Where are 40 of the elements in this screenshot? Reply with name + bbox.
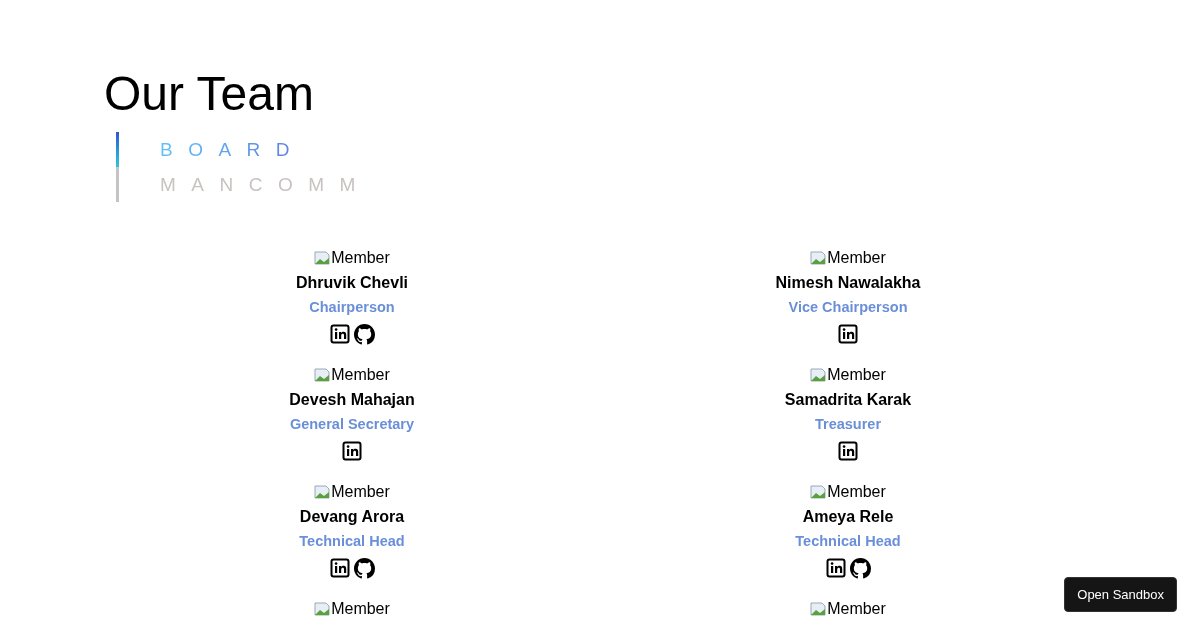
image-alt-text: Member <box>827 600 886 618</box>
member-role: Technical Head <box>299 532 405 551</box>
broken-image-icon <box>810 250 827 266</box>
broken-image-icon <box>810 367 827 383</box>
member-name: Nimesh Nawalakha <box>775 273 921 293</box>
member-role: General Secretary <box>289 415 415 434</box>
member-role: Technical Head <box>795 532 901 551</box>
github-icon[interactable] <box>353 557 375 579</box>
member-name: Devang Arora <box>299 507 405 527</box>
linkedin-icon[interactable] <box>329 558 350 578</box>
member-name: Ameya Rele <box>802 507 894 527</box>
broken-image-icon <box>810 484 827 500</box>
broken-image-icon <box>314 367 331 383</box>
category-tab[interactable]: MANCOMM <box>160 173 371 196</box>
page-title: Our Team <box>104 66 315 122</box>
member-name: Dhruvik Chevli <box>296 273 408 293</box>
image-alt-text: Member <box>827 366 886 384</box>
image-alt-text: Member <box>827 249 886 267</box>
image-alt-text: Member <box>331 249 390 267</box>
linkedin-icon[interactable] <box>825 558 846 578</box>
broken-image-icon <box>314 601 331 617</box>
github-icon[interactable] <box>849 557 871 579</box>
member-role: Vice Chairperson <box>788 298 908 317</box>
broken-image-icon <box>314 484 331 500</box>
member-name: Samadrita Karak <box>784 390 912 410</box>
member-name: Devesh Mahajan <box>289 390 415 410</box>
github-icon[interactable] <box>353 323 375 345</box>
member-role: Treasurer <box>814 415 882 434</box>
broken-image-icon <box>314 250 331 266</box>
linkedin-icon[interactable] <box>838 441 858 461</box>
broken-image-icon <box>810 601 827 617</box>
image-alt-text: Member <box>827 483 886 501</box>
open-sandbox-button[interactable]: Open Sandbox <box>1064 577 1177 612</box>
linkedin-icon[interactable] <box>838 324 858 344</box>
linkedin-icon[interactable] <box>329 324 350 344</box>
linkedin-icon[interactable] <box>342 441 362 461</box>
image-alt-text: Member <box>331 600 390 618</box>
image-alt-text: Member <box>331 366 390 384</box>
image-alt-text: Member <box>331 483 390 501</box>
member-role: Chairperson <box>309 298 395 317</box>
